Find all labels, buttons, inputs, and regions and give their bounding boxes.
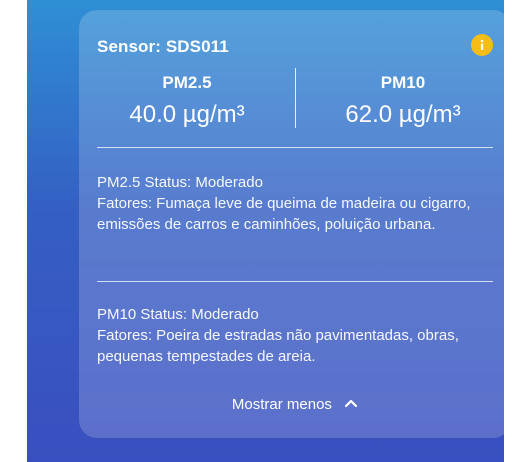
pm10-status: PM10 Status: Moderado: [97, 306, 259, 323]
sensor-card: Sensor: SDS011 PM2.5 40.0 µg/m³ PM10 62.…: [79, 10, 511, 438]
chevron-up-icon: [344, 395, 358, 412]
section-divider-middle: [97, 281, 493, 282]
show-less-label: Mostrar menos: [231, 396, 332, 413]
pm25-factors: Fatores: Fumaça leve de queima de madeir…: [97, 195, 471, 233]
pm10-factors: Fatores: Poeira de estradas não paviment…: [97, 327, 459, 365]
show-less-button[interactable]: Mostrar menos: [79, 396, 511, 413]
pm10-details: PM10 Status: Moderado Fatores: Poeira de…: [97, 304, 493, 367]
pm10-label: PM10: [380, 73, 426, 92]
pm25-metric: PM2.5 40.0 µg/m³: [79, 68, 295, 129]
pm25-value: 40.0 µg/m³: [129, 101, 245, 128]
section-divider-top: [97, 147, 493, 148]
pm25-status: PM2.5 Status: Moderado: [97, 174, 263, 191]
sensor-title: Sensor: SDS011: [97, 37, 229, 56]
info-icon[interactable]: [471, 34, 493, 56]
info-glyph: [480, 39, 484, 50]
pm25-details: PM2.5 Status: Moderado Fatores: Fumaça l…: [97, 172, 493, 235]
app-background: Sensor: SDS011 PM2.5 40.0 µg/m³ PM10 62.…: [27, 0, 511, 462]
metrics-row: PM2.5 40.0 µg/m³ PM10 62.0 µg/m³: [79, 68, 511, 134]
pm25-label: PM2.5: [162, 73, 212, 92]
pm10-value: 62.0 µg/m³: [345, 101, 461, 128]
pm10-metric: PM10 62.0 µg/m³: [295, 68, 511, 129]
